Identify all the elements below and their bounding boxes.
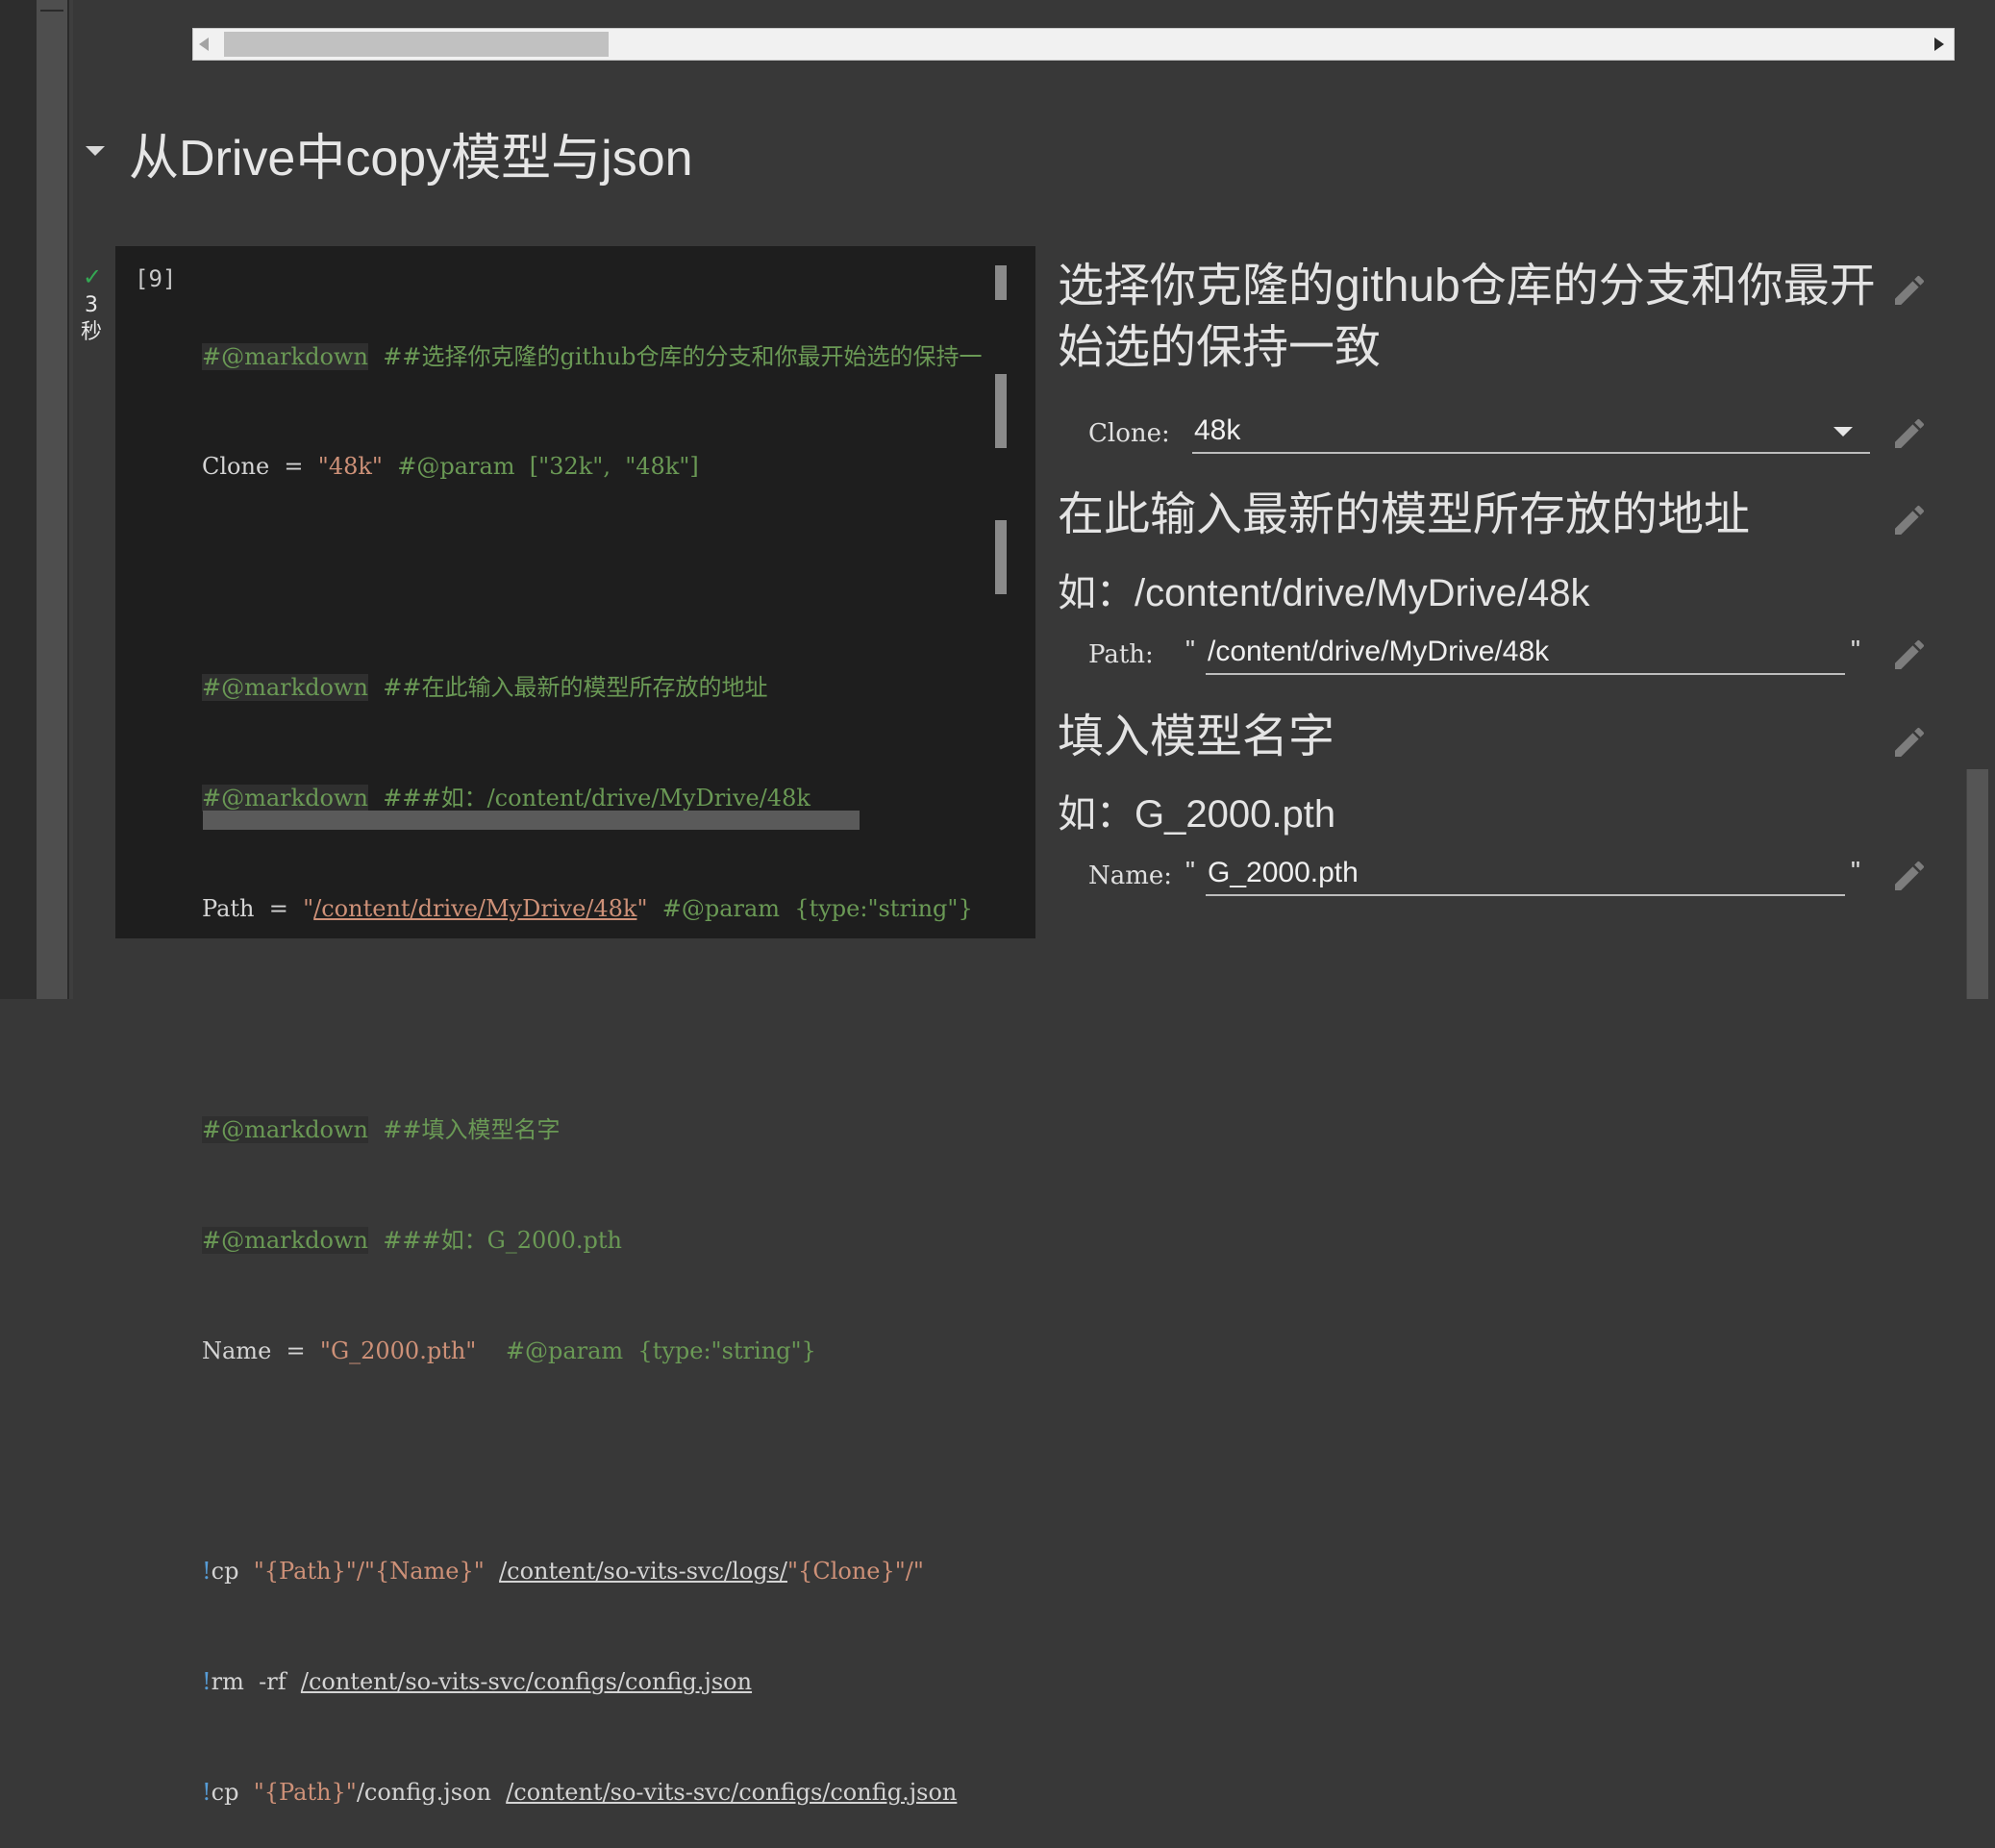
code-token: "	[303, 895, 314, 923]
code-token: !	[202, 1668, 212, 1696]
pencil-icon[interactable]	[1890, 271, 1929, 310]
path-label: Path:	[1088, 640, 1154, 669]
name-value: G_2000.pth	[1208, 857, 1359, 888]
clone-label: Clone:	[1088, 419, 1170, 448]
code-scroll-marker[interactable]	[995, 520, 1007, 594]
code-line: !cp "{Path}"/config.json /content/so-vit…	[202, 1774, 1021, 1811]
form-hint-path: 如：/content/drive/MyDrive/48k	[1058, 572, 1590, 614]
form-heading-path: 在此输入最新的模型所存放的地址	[1058, 489, 1751, 540]
left-gutter	[0, 0, 37, 999]
form-hint-name: 如：G_2000.pth	[1058, 793, 1336, 836]
code-line: Name = "G_2000.pth" #@param {type:"strin…	[202, 1333, 1021, 1369]
code-line: #@markdown ##在此输入最新的模型所存放的地址	[202, 669, 1021, 706]
code-token: "{Clone}"/"	[787, 1558, 924, 1586]
quote-open: "	[1185, 635, 1195, 664]
left-scroll-rail[interactable]	[37, 0, 69, 999]
code-token: #@markdown	[202, 342, 369, 370]
code-token: cp	[211, 1558, 254, 1586]
dropdown-arrow-icon[interactable]	[1833, 427, 1853, 437]
code-token: #@param ["32k", "48k"]	[382, 453, 699, 481]
code-token: "{Path}"/"{Name}"	[253, 1558, 485, 1586]
code-token: ###如：/content/drive/MyDrive/48k	[368, 785, 810, 812]
page-scrollbar-thumb[interactable]	[1966, 769, 1988, 999]
output-horizontal-scrollbar[interactable]	[192, 28, 1955, 61]
quote-close: "	[1851, 635, 1860, 664]
code-token: #@markdown	[202, 785, 369, 812]
execution-count: [9]	[135, 265, 177, 292]
scroll-right-icon[interactable]	[1934, 37, 1944, 51]
code-token: #@param {type:"string"}	[647, 895, 973, 923]
rail-tick	[40, 0, 63, 12]
pencil-icon[interactable]	[1890, 723, 1929, 762]
pencil-icon[interactable]	[1890, 501, 1929, 539]
code-token: Clone =	[202, 453, 318, 481]
code-token: ##填入模型名字	[368, 1115, 561, 1143]
form-heading-branch: 选择你克隆的github仓库的分支和你最开 始选的保持一致	[1058, 256, 1876, 379]
code-link[interactable]: /content/so-vits-svc/logs/	[499, 1558, 787, 1585]
code-token: /config.json	[356, 1779, 507, 1807]
code-line: Clone = "48k" #@param ["32k", "48k"]	[202, 448, 1021, 485]
pencil-icon[interactable]	[1890, 857, 1929, 895]
code-token: #@markdown	[202, 674, 369, 702]
code-token: !	[202, 1558, 212, 1586]
code-line: #@markdown ##填入模型名字	[202, 1111, 1021, 1148]
code-token: rm -rf	[211, 1668, 301, 1696]
form-heading-line: 始选的保持一致	[1058, 322, 1382, 373]
chevron-down-icon[interactable]	[86, 146, 105, 156]
code-line: !cp "{Path}"/"{Name}" /content/so-vits-s…	[202, 1553, 1021, 1589]
code-token: Path =	[202, 895, 304, 923]
code-token: "{Path}"	[253, 1779, 357, 1807]
code-token: ##在此输入最新的模型所存放的地址	[368, 674, 768, 702]
check-icon: ✓	[83, 263, 103, 290]
quote-open: "	[1185, 856, 1195, 886]
name-label: Name:	[1088, 862, 1173, 890]
code-token: #@param {type:"string"}	[476, 1336, 816, 1364]
code-token: Name =	[202, 1336, 320, 1364]
quote-close: "	[1851, 856, 1860, 886]
run-duration-unit: 秒	[81, 320, 103, 344]
code-line: #@markdown ##选择你克隆的github仓库的分支和你最开始选的保持一	[202, 338, 1021, 375]
pencil-icon[interactable]	[1890, 414, 1929, 453]
code-token: ###如：G_2000.pth	[368, 1226, 622, 1254]
scroll-left-icon[interactable]	[199, 37, 209, 51]
code-line: !rm -rf /content/so-vits-svc/configs/con…	[202, 1663, 1021, 1700]
scrollbar-thumb[interactable]	[224, 32, 609, 57]
form-heading-name: 填入模型名字	[1058, 712, 1335, 762]
code-token: "48k"	[317, 453, 383, 481]
code-token: #@markdown	[202, 1226, 369, 1254]
code-line: Path = "/content/drive/MyDrive/48k" #@pa…	[202, 890, 1021, 927]
form-heading-line: 选择你克隆的github仓库的分支和你最开	[1058, 261, 1876, 312]
code-token: "G_2000.pth"	[319, 1336, 477, 1364]
code-link[interactable]: /content/drive/MyDrive/48k	[313, 895, 636, 922]
code-token: ##选择你克隆的github仓库的分支和你最开始选的保持一	[368, 342, 983, 370]
code-line: #@markdown ###如：G_2000.pth	[202, 1222, 1021, 1259]
code-token: "	[636, 895, 648, 923]
run-duration-number: 3	[85, 293, 98, 317]
path-value: /content/drive/MyDrive/48k	[1208, 636, 1550, 667]
clone-dropdown[interactable]: 48k	[1192, 412, 1870, 454]
code-content[interactable]: #@markdown ##选择你克隆的github仓库的分支和你最开始选的保持一…	[202, 264, 1021, 1848]
code-token: !	[202, 1779, 212, 1807]
code-scroll-marker[interactable]	[995, 374, 1007, 448]
path-input[interactable]: /content/drive/MyDrive/48k	[1206, 633, 1845, 675]
code-link[interactable]: /content/so-vits-svc/configs/config.json	[506, 1779, 957, 1806]
pencil-icon[interactable]	[1890, 636, 1929, 674]
section-title: 从Drive中copy模型与json	[129, 131, 693, 187]
run-duration: 3 秒	[81, 292, 102, 346]
code-token: #@markdown	[202, 1115, 369, 1143]
name-input[interactable]: G_2000.pth	[1206, 854, 1845, 896]
code-token: cp	[211, 1779, 254, 1807]
code-scroll-marker[interactable]	[995, 265, 1007, 300]
code-link[interactable]: /content/so-vits-svc/configs/config.json	[301, 1668, 752, 1695]
clone-value: 48k	[1194, 414, 1241, 446]
code-horizontal-scrollbar[interactable]	[203, 811, 860, 830]
cell-focus-strip	[69, 0, 73, 999]
